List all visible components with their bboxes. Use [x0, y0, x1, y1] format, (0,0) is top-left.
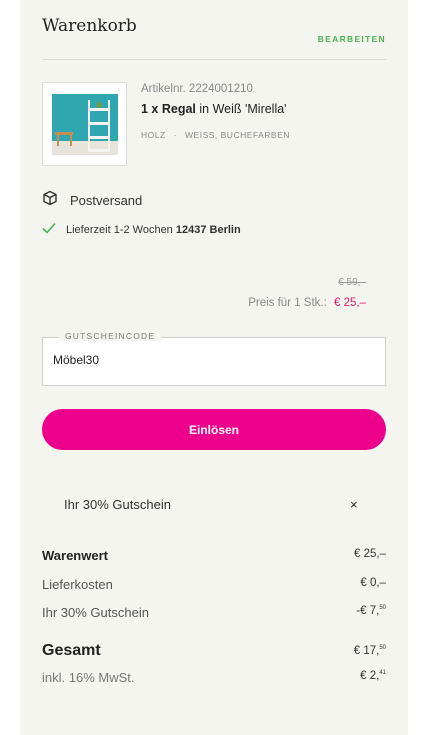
voucher-field[interactable]: GUTSCHEINCODE — [42, 331, 386, 386]
summary-voucher-row: Ihr 30% Gutschein -€ 7,50 — [42, 605, 386, 620]
total-label: Gesamt — [42, 642, 101, 659]
goods-label: Warenwert — [42, 548, 108, 563]
page-title: Warenkorb — [42, 16, 137, 36]
summary-goods-row: Warenwert € 25,– — [42, 548, 386, 563]
product-tags: HOLZ · WEISS, BUCHEFARBEN — [141, 130, 290, 140]
redeem-button[interactable]: Einlösen — [42, 409, 386, 450]
delivery-location: 12437 Berlin — [175, 223, 241, 236]
article-number: Artikelnr. 2224001210 — [141, 83, 253, 95]
shelf-product-image — [52, 94, 118, 155]
remove-voucher-icon[interactable]: × — [350, 497, 358, 512]
voucher-input[interactable] — [53, 353, 373, 367]
voucher-discount-label: Ihr 30% Gutschein — [42, 605, 149, 620]
delivery-info: Lieferzeit 1-2 Wochen 12437 Berlin — [42, 222, 241, 237]
cart-header: Warenkorb BEARBEITEN — [42, 16, 386, 60]
vat-label: inkl. 16% MwSt. — [42, 670, 135, 685]
delivery-time: Lieferzeit 1-2 Wochen — [66, 223, 173, 236]
tag-separator: · — [173, 130, 178, 140]
edit-button[interactable]: BEARBEITEN — [318, 34, 386, 44]
voucher-discount-value: -€ 7,50 — [356, 605, 386, 617]
product-name[interactable]: 1 x Regal in Weiß 'Mirella' — [141, 102, 287, 116]
product-image[interactable] — [42, 82, 127, 166]
tag-color: WEISS, BUCHEFARBEN — [185, 130, 290, 140]
product-quantity-name: 1 x Regal — [141, 102, 196, 116]
vat-value: € 2,41 — [360, 670, 386, 682]
shipping-method: Postversand — [42, 190, 142, 211]
old-price: € 59,– — [338, 277, 366, 288]
total-value: € 17,50 — [353, 645, 386, 657]
goods-value: € 25,– — [354, 548, 386, 560]
delivery-cost-value: € 0,– — [360, 577, 386, 589]
summary-vat-row: inkl. 16% MwSt. € 2,41 — [42, 670, 386, 685]
shipping-label: Postversand — [70, 193, 143, 208]
voucher-legend: GUTSCHEINCODE — [59, 331, 162, 341]
unit-price-value: € 25,– — [334, 297, 366, 309]
tag-material: HOLZ — [141, 130, 166, 140]
unit-price: Preis für 1 Stk.: € 25,– — [248, 297, 366, 309]
summary-delivery-row: Lieferkosten € 0,– — [42, 577, 386, 592]
applied-voucher-label: Ihr 30% Gutschein — [64, 497, 171, 512]
cart-panel: Warenkorb BEARBEITEN Artikelnr. 22240012… — [20, 0, 408, 735]
delivery-cost-label: Lieferkosten — [42, 577, 113, 592]
summary-total-row: Gesamt € 17,50 — [42, 642, 386, 660]
package-icon — [42, 190, 58, 211]
product-variant: in Weiß 'Mirella' — [199, 102, 287, 116]
unit-price-label: Preis für 1 Stk.: — [248, 297, 327, 309]
checkmark-icon — [42, 222, 56, 237]
